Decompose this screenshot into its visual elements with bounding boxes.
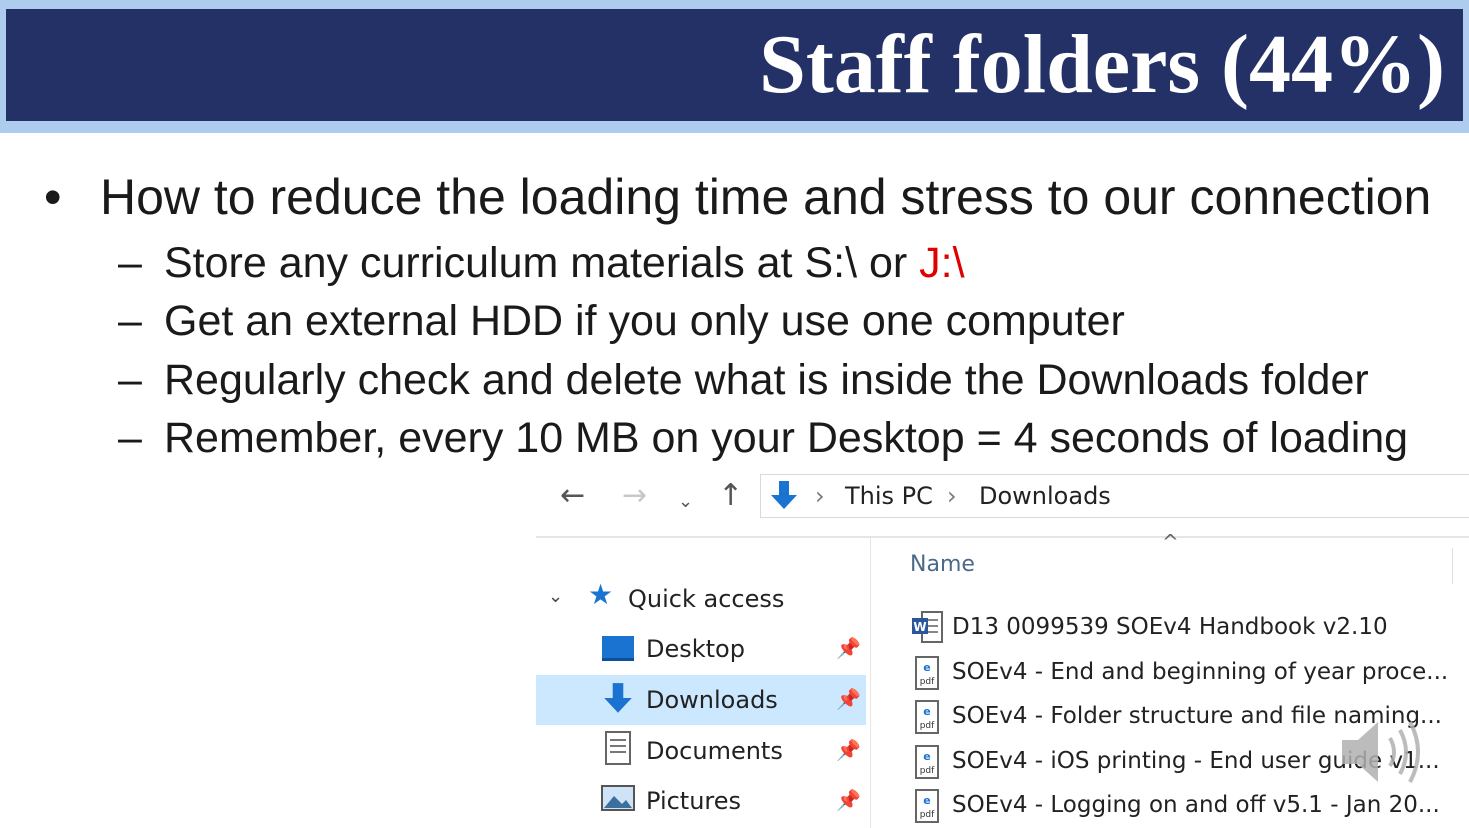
- sub-dash: –: [118, 356, 142, 404]
- audio-speaker-icon[interactable]: [1336, 712, 1436, 792]
- pdf-icon: e pdf: [915, 745, 939, 779]
- svg-text:pdf: pdf: [920, 677, 935, 687]
- main-bullet: • How to reduce the loading time and stre…: [44, 168, 1431, 226]
- address-toolbar: ← → ⌄ ↑ › This PC › Downloads: [536, 468, 1469, 524]
- sub-dash: –: [118, 239, 142, 287]
- title-banner-inner: Staff folders (44%): [6, 9, 1463, 121]
- nav-quick-access-label: Quick access: [628, 585, 785, 613]
- pdf-icon: e pdf: [915, 789, 939, 823]
- sub-bullet-4-text: Remember, every 10 MB on your Desktop = …: [164, 414, 1409, 462]
- nav-item-downloads[interactable]: Downloads 📌: [536, 675, 866, 725]
- svg-text:e: e: [923, 750, 930, 763]
- download-arrow-icon: [604, 683, 632, 713]
- desktop-icon: [602, 636, 634, 661]
- sub-bullet-1: – Store any curriculum materials at S:\ o…: [118, 238, 965, 288]
- navigation-pane: ⌄ ★ Quick access Desktop 📌 Downloads 📌 D…: [536, 538, 870, 828]
- up-arrow-icon[interactable]: ↑: [718, 478, 743, 514]
- download-arrow-icon: [771, 481, 797, 509]
- column-header-name[interactable]: Name: [910, 552, 975, 577]
- pane-divider: [870, 538, 871, 828]
- svg-text:e: e: [923, 794, 930, 807]
- column-divider[interactable]: [1452, 548, 1453, 584]
- pin-icon: 📌: [836, 636, 861, 660]
- nav-quick-access[interactable]: ⌄ ★ Quick access: [536, 574, 866, 624]
- sub-dash: –: [118, 414, 142, 462]
- breadcrumb-chevron-icon: ›: [815, 482, 825, 510]
- sub-dash: –: [118, 297, 142, 345]
- breadcrumb-downloads[interactable]: Downloads: [979, 481, 1111, 511]
- title-banner: Staff folders (44%): [0, 0, 1469, 133]
- file-row[interactable]: W D13 0099539 SOEv4 Handbook v2.10: [912, 606, 1469, 650]
- nav-item-downloads-label: Downloads: [646, 686, 778, 714]
- word-doc-icon: W: [912, 611, 943, 643]
- sub-bullet-2: – Get an external HDD if you only use one…: [118, 296, 1125, 346]
- pdf-icon: e pdf: [915, 656, 939, 690]
- sub-bullet-3: – Regularly check and delete what is insi…: [118, 355, 1369, 405]
- sort-ascending-icon: ^: [1162, 530, 1179, 554]
- sub-bullet-4: – Remember, every 10 MB on your Desktop =…: [118, 413, 1408, 463]
- breadcrumb-this-pc[interactable]: This PC: [845, 481, 933, 511]
- address-bar[interactable]: › This PC › Downloads: [760, 474, 1469, 518]
- file-row[interactable]: e pdf SOEv4 - End and beginning of year …: [912, 651, 1469, 695]
- svg-text:e: e: [923, 705, 930, 718]
- sub-bullet-3-text: Regularly check and delete what is insid…: [164, 356, 1369, 404]
- sub-bullet-1-text: Store any curriculum materials at S:\ or: [164, 239, 920, 287]
- documents-icon: [605, 731, 631, 765]
- main-bullet-text: How to reduce the loading time and stres…: [100, 169, 1432, 225]
- svg-text:W: W: [913, 620, 926, 634]
- sub-bullet-2-text: Get an external HDD if you only use one …: [164, 297, 1125, 345]
- back-arrow-icon[interactable]: ←: [560, 478, 585, 514]
- recent-locations-chevron-icon[interactable]: ⌄: [678, 484, 693, 520]
- slide-title: Staff folders (44%): [759, 18, 1445, 111]
- svg-text:pdf: pdf: [920, 766, 935, 776]
- file-name: D13 0099539 SOEv4 Handbook v2.10: [952, 614, 1388, 640]
- nav-item-pictures-label: Pictures: [646, 787, 742, 815]
- sub-bullet-1-highlight: J:\: [919, 239, 965, 287]
- pictures-icon: [601, 785, 635, 811]
- svg-text:e: e: [923, 661, 930, 674]
- forward-arrow-icon[interactable]: →: [622, 478, 647, 514]
- svg-text:pdf: pdf: [920, 810, 935, 820]
- breadcrumb-chevron-icon: ›: [947, 482, 957, 510]
- star-icon: ★: [588, 578, 614, 611]
- file-name: SOEv4 - Logging on and off v5.1 - Jan 20…: [952, 792, 1440, 818]
- nav-item-desktop[interactable]: Desktop 📌: [536, 624, 866, 674]
- bullet-dot: •: [44, 169, 62, 225]
- nav-item-desktop-label: Desktop: [646, 635, 745, 663]
- file-name: SOEv4 - End and beginning of year proce.…: [952, 659, 1449, 685]
- nav-item-documents-label: Documents: [646, 737, 783, 765]
- chevron-down-icon[interactable]: ⌄: [548, 586, 563, 607]
- pin-icon: 📌: [836, 738, 861, 762]
- nav-item-documents[interactable]: Documents 📌: [536, 726, 866, 776]
- svg-text:pdf: pdf: [920, 721, 935, 731]
- pin-icon: 📌: [836, 788, 861, 812]
- nav-item-pictures[interactable]: Pictures 📌: [536, 776, 866, 826]
- pin-icon: 📌: [836, 687, 861, 711]
- file-explorer-screenshot: ← → ⌄ ↑ › This PC › Downloads ⌄ ★ Quick …: [536, 468, 1469, 828]
- pdf-icon: e pdf: [915, 700, 939, 734]
